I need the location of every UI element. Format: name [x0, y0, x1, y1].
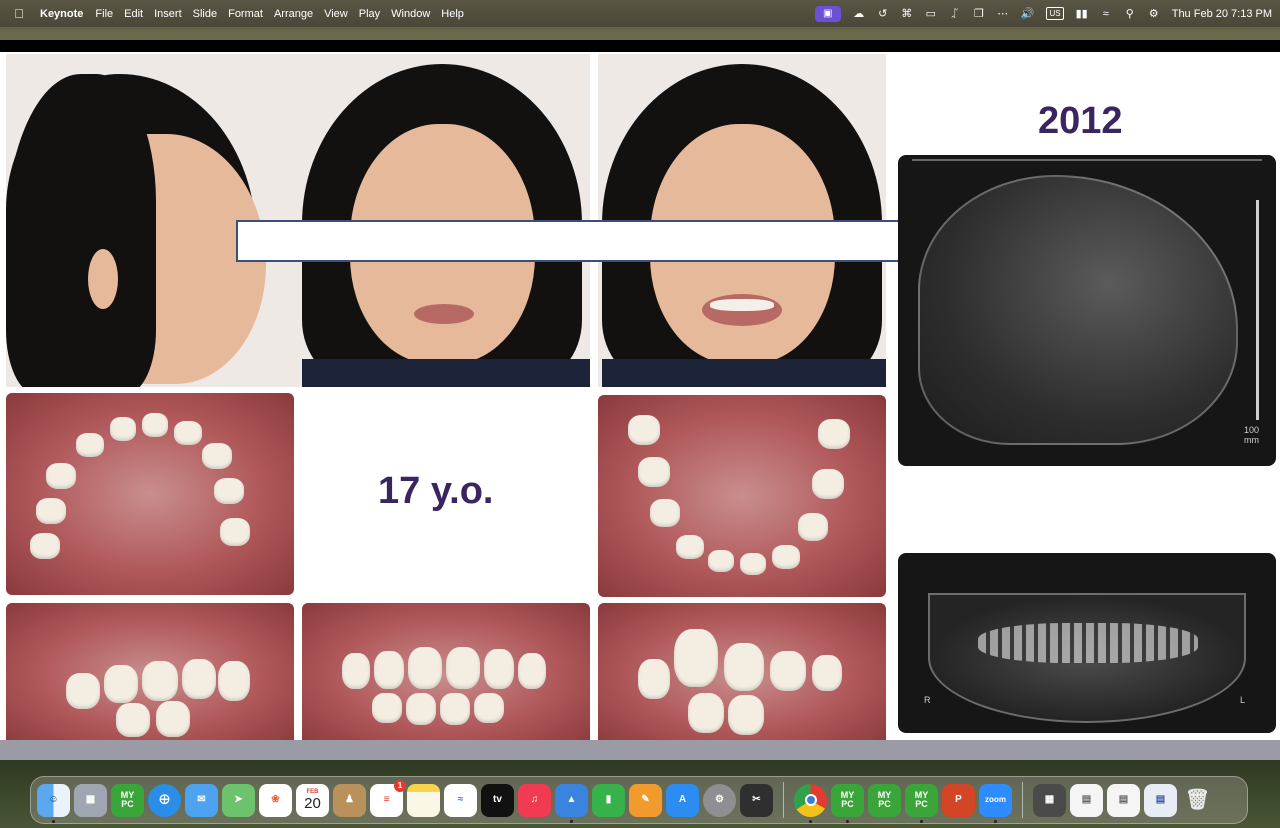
mypc-app-icon-4[interactable]: MY PC — [905, 783, 938, 823]
menu-file[interactable]: File — [92, 8, 121, 20]
chrome-icon[interactable] — [794, 783, 827, 823]
apple-menu-icon[interactable]:  — [0, 6, 38, 21]
system-settings-icon[interactable]: ⚙ — [703, 783, 736, 817]
recent-document-icon-4[interactable]: ▤ — [1144, 783, 1177, 817]
mypc-4-label-bottom: PC — [915, 799, 928, 809]
search-icon[interactable]: ⚲ — [1124, 7, 1136, 20]
screen-record-icon[interactable]: ▣ — [814, 5, 841, 22]
app-store-icon[interactable]: A — [666, 783, 699, 817]
recent-document-icon-2[interactable]: ▤ — [1070, 783, 1103, 817]
dock-separator-2 — [1022, 782, 1023, 818]
year-label: 2012 — [1038, 100, 1123, 142]
mypc-app-icon-2[interactable]: MY PC — [831, 783, 864, 823]
redaction-bar[interactable] — [236, 220, 924, 262]
mypc-2-label-bottom: PC — [841, 799, 854, 809]
menu-view[interactable]: View — [321, 8, 356, 20]
dock-separator — [783, 782, 784, 818]
reminders-icon[interactable]: ≡ 1 — [370, 779, 406, 817]
launchpad-icon[interactable]: ▦ — [74, 783, 107, 817]
screenshot-tool-icon[interactable]: ✂ — [740, 783, 773, 817]
wifi-icon[interactable]: ≈ — [1100, 8, 1112, 20]
mail-icon[interactable]: ✉ — [185, 783, 218, 817]
trash-icon[interactable]: 🗑 — [1181, 784, 1214, 817]
mypc-app-icon-3[interactable]: MY PC — [868, 783, 901, 817]
slide-window: 2012 100 mm 17 y.o. R L — [0, 40, 1280, 760]
age-label: 17 y.o. — [378, 470, 494, 512]
mypc-app-icon[interactable]: MY PC — [111, 783, 144, 817]
menu-slide[interactable]: Slide — [190, 8, 225, 20]
cephalometric-xray: 100 mm — [898, 155, 1276, 466]
pages-icon[interactable]: ✎ — [629, 783, 662, 817]
apple-tv-label: tv — [493, 794, 502, 805]
intraoral-upper-occlusal — [6, 393, 294, 595]
mypc-label-bottom: PC — [121, 799, 134, 809]
menu-edit[interactable]: Edit — [121, 8, 151, 20]
maps-icon[interactable]: ➤ — [222, 783, 255, 817]
contacts-icon[interactable]: ♟ — [333, 783, 366, 817]
menu-bar:  Keynote File Edit Insert Slide Format … — [0, 0, 1280, 27]
time-machine-icon[interactable]: ↺ — [877, 7, 889, 20]
display-icon[interactable]: ▭ — [925, 7, 937, 20]
dock: ☺ ▦ MY PC ⨁ ✉ ➤ ❀ FEB 20 ♟ ≡ 1 ≈ tv ♫ ▲ ▮ ✎… — [30, 776, 1248, 824]
music-icon[interactable]: ♫ — [518, 783, 551, 817]
zoom-label: zoom — [985, 795, 1006, 804]
airdrop-icon[interactable]: ⌘ — [901, 7, 913, 20]
keynote-icon[interactable]: ▲ — [555, 783, 588, 823]
freeform-icon[interactable]: ≈ — [444, 783, 477, 817]
mypc-3-label-bottom: PC — [878, 799, 891, 809]
powerpoint-icon[interactable]: P — [942, 783, 975, 817]
pano-left-side-label: L — [1240, 695, 1246, 705]
panoramic-xray: R L — [898, 553, 1276, 733]
control-center-icon[interactable]: ⚙ — [1148, 7, 1160, 20]
calendar-day: 20 — [304, 794, 321, 812]
apple-tv-icon[interactable]: tv — [481, 783, 514, 817]
pano-right-side-label: R — [924, 695, 931, 705]
menu-help[interactable]: Help — [438, 8, 472, 20]
menu-window[interactable]: Window — [388, 8, 438, 20]
menu-status-area: ▣ ☁ ↺ ⌘ ▭ ᛢ ❐ ⋯ 🔊 US ▮▮ ≈ ⚲ ⚙ Thu Feb 20… — [814, 0, 1272, 27]
menu-app-name[interactable]: Keynote — [38, 8, 92, 20]
safari-icon[interactable]: ⨁ — [148, 783, 181, 817]
recent-document-icon-1[interactable]: ▦ — [1033, 783, 1066, 817]
slide-canvas[interactable]: 2012 100 mm 17 y.o. R L — [4, 52, 1280, 746]
ceph-scale-label: 100 mm — [1244, 425, 1260, 445]
stage-manager-icon[interactable]: ❐ — [973, 7, 985, 20]
creative-cloud-icon[interactable]: ☁ — [853, 7, 865, 20]
battery-icon[interactable]: ▮▮ — [1076, 7, 1088, 20]
calendar-icon[interactable]: FEB 20 — [296, 783, 329, 817]
menu-play[interactable]: Play — [356, 8, 388, 20]
intraoral-frontal — [302, 603, 590, 746]
menu-insert[interactable]: Insert — [151, 8, 190, 20]
menu-format[interactable]: Format — [225, 8, 271, 20]
intraoral-left-buccal — [598, 603, 886, 746]
photos-icon[interactable]: ❀ — [259, 783, 292, 817]
zoom-icon[interactable]: zoom — [979, 783, 1012, 823]
keyboard-layout-indicator[interactable]: US — [1046, 7, 1064, 20]
volume-icon[interactable]: 🔊 — [1021, 7, 1035, 20]
numbers-icon[interactable]: ▮ — [592, 783, 625, 817]
menu-arrange[interactable]: Arrange — [271, 8, 321, 20]
finder-icon[interactable]: ☺ — [37, 783, 70, 823]
dots-icon[interactable]: ⋯ — [997, 7, 1009, 20]
bluetooth-icon[interactable]: ᛢ — [949, 8, 961, 20]
notes-icon[interactable] — [407, 783, 440, 817]
menu-clock[interactable]: Thu Feb 20 7:13 PM — [1172, 8, 1272, 20]
slide-bottom-bar — [0, 740, 1280, 760]
intraoral-lower-occlusal — [598, 395, 886, 597]
reminders-badge: 1 — [394, 779, 406, 792]
recent-document-icon-3[interactable]: ▤ — [1107, 783, 1140, 817]
intraoral-right-buccal — [6, 603, 294, 746]
